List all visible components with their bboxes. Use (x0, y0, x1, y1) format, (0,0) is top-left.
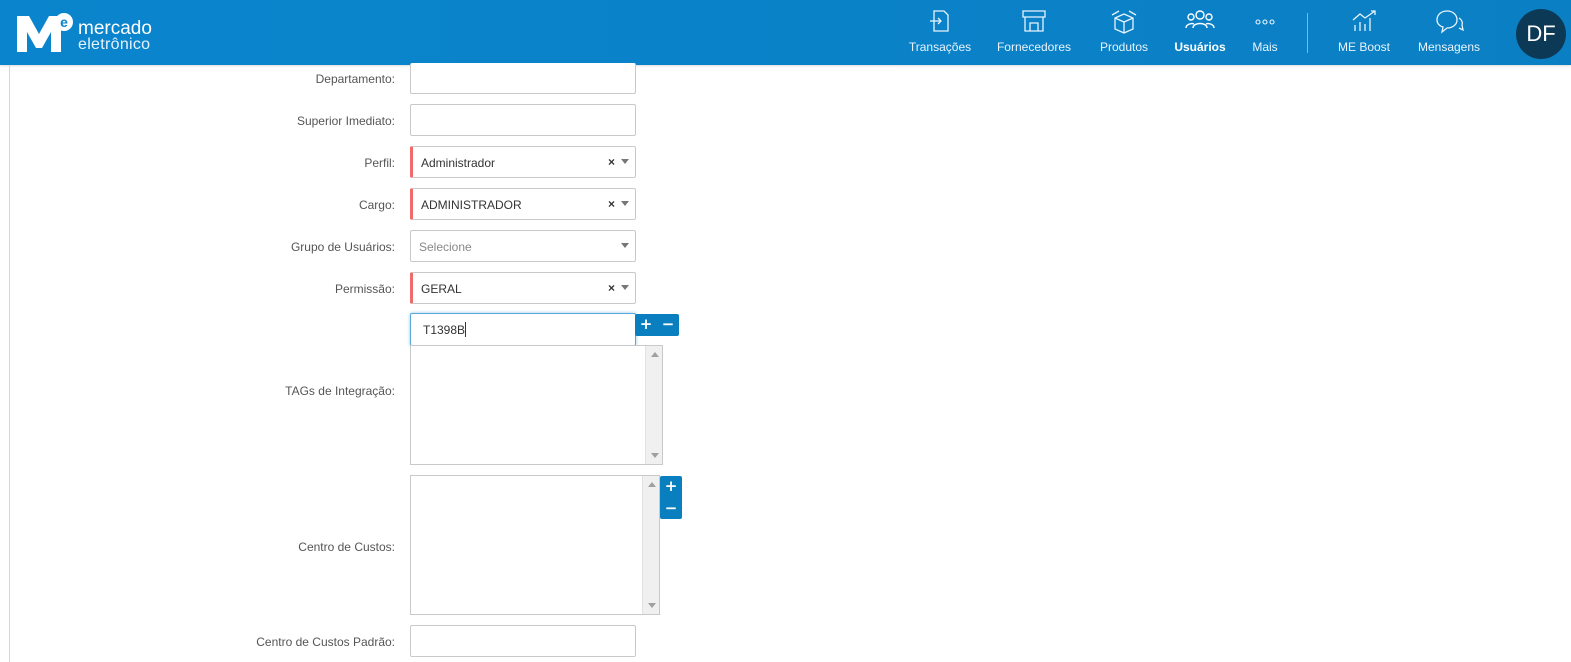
nav-produtos[interactable]: Produtos (1094, 8, 1154, 58)
tags-integracao-list[interactable] (410, 345, 663, 465)
nav-mensagens-label: Mensagens (1417, 40, 1481, 54)
permissao-selected-value: GERAL (421, 282, 462, 296)
centro-custos-list[interactable] (410, 475, 660, 615)
nav-produtos-label: Produtos (1099, 40, 1149, 54)
scroll-down-icon[interactable] (648, 603, 656, 608)
permissao-chevron-down-icon[interactable] (621, 285, 629, 290)
remove-centro-custo-button[interactable]: − (660, 498, 682, 519)
more-dots-icon (1255, 19, 1275, 25)
boost-chart-icon (1352, 10, 1376, 31)
grupo-usuarios-chevron-down-icon[interactable] (621, 243, 629, 248)
grupo-usuarios-placeholder: Selecione (419, 240, 472, 254)
nav-fornecedores-label: Fornecedores (996, 40, 1072, 54)
users-icon (1185, 10, 1215, 29)
tag-integracao-input-value: T1398B (423, 323, 466, 337)
add-tag-button[interactable]: + (635, 314, 657, 336)
nav-mais[interactable]: Mais (1245, 8, 1285, 58)
user-avatar[interactable]: DF (1516, 9, 1566, 59)
nav-me-boost[interactable]: ME Boost (1334, 8, 1394, 58)
cargo-select[interactable]: ADMINISTRADOR × (410, 188, 636, 220)
nav-usuarios[interactable]: Usuários (1172, 8, 1228, 58)
centro-custos-label: Centro de Custos: (298, 540, 395, 554)
cargo-chevron-down-icon[interactable] (621, 201, 629, 206)
permissao-label: Permissão: (334, 282, 395, 296)
scroll-down-icon[interactable] (651, 453, 659, 458)
tags-integracao-label: TAGs de Integração: (285, 384, 395, 398)
remove-tag-button[interactable]: − (657, 314, 679, 336)
nav-divider (1307, 13, 1308, 53)
departamento-label: Departamento: (315, 72, 395, 86)
nav-transacoes[interactable]: Transações (905, 8, 975, 58)
scroll-up-icon[interactable] (651, 352, 659, 357)
perfil-chevron-down-icon[interactable] (621, 159, 629, 164)
nav-mais-label: Mais (1252, 40, 1278, 54)
grupo-usuarios-label: Grupo de Usuários: (290, 240, 395, 254)
nav-usuarios-label: Usuários (1174, 40, 1226, 54)
superior-imediato-label: Superior Imediato: (296, 114, 395, 128)
perfil-clear-icon[interactable]: × (608, 155, 615, 169)
content-left-border (9, 65, 10, 662)
perfil-label: Perfil: (364, 156, 395, 170)
permissao-clear-icon[interactable]: × (608, 281, 615, 295)
cargo-label: Cargo: (358, 198, 395, 212)
add-centro-custo-button[interactable]: + (660, 476, 682, 497)
nav-transacoes-label: Transações (908, 40, 972, 54)
box-icon (1111, 10, 1137, 34)
grupo-usuarios-select[interactable]: Selecione (410, 230, 636, 262)
perfil-selected-value: Administrador (421, 156, 496, 170)
tag-buttons: + − (635, 314, 679, 336)
nav-fornecedores[interactable]: Fornecedores (994, 8, 1074, 58)
centro-custos-padrao-label: Centro de Custos Padrão: (256, 635, 395, 649)
brand-name-line2: eletrônico (78, 36, 151, 53)
nav-mensagens[interactable]: Mensagens (1414, 8, 1484, 58)
cargo-clear-icon[interactable]: × (608, 197, 615, 211)
centro-custos-buttons: + − (660, 476, 682, 519)
nav-me-boost-label: ME Boost (1337, 40, 1391, 54)
tag-integracao-input[interactable]: T1398B (410, 313, 636, 346)
transactions-icon (930, 10, 949, 32)
departamento-input[interactable] (410, 63, 636, 94)
centro-custos-padrao-input[interactable] (410, 625, 636, 657)
mercado-eletronico-logo[interactable]: e mercado eletrônico (15, 12, 175, 54)
centro-custos-scrollbar[interactable] (642, 476, 659, 614)
me-logo-mark-icon: e (17, 13, 73, 52)
cargo-selected-value: ADMINISTRADOR (421, 198, 522, 212)
permissao-select[interactable]: GERAL × (410, 272, 636, 304)
messages-icon (1436, 10, 1464, 34)
scroll-up-icon[interactable] (648, 482, 656, 487)
tags-list-scrollbar[interactable] (645, 346, 662, 464)
top-navigation-bar: e mercado eletrônico Transações Forneced… (0, 0, 1571, 65)
store-icon (1022, 10, 1046, 32)
text-cursor (465, 322, 466, 337)
svg-text:e: e (60, 14, 68, 30)
perfil-select[interactable]: Administrador × (410, 146, 636, 178)
superior-imediato-input[interactable] (410, 104, 636, 136)
